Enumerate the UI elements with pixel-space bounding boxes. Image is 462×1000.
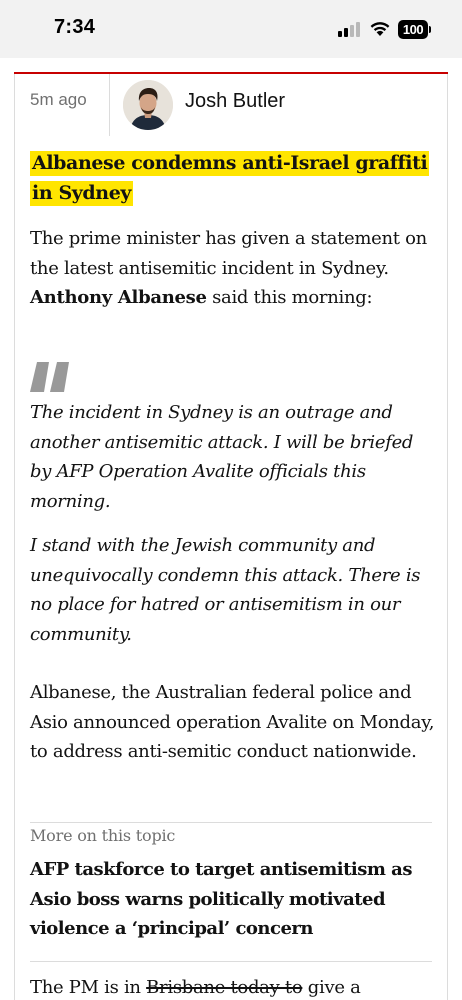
closing-text-end: give a bbox=[302, 977, 361, 998]
author-name[interactable]: Josh Butler bbox=[185, 90, 285, 113]
post-headline: Albanese condemns anti-Israel graffiti i… bbox=[30, 148, 435, 208]
meta-divider bbox=[109, 74, 110, 136]
quote-icon bbox=[30, 362, 69, 392]
status-time: 7:34 bbox=[54, 16, 96, 38]
battery-level: 100 bbox=[402, 22, 424, 37]
intro-text-end: said this morning: bbox=[206, 287, 373, 308]
post-timestamp[interactable]: 5m ago bbox=[30, 90, 87, 110]
closing-struck-text: Brisbane today to bbox=[146, 977, 303, 998]
body-paragraph: Albanese, the Australian federal police … bbox=[30, 682, 435, 762]
quote-paragraph-2: I stand with the Jewish community and un… bbox=[30, 535, 421, 645]
closing-text-start: The PM is in bbox=[30, 977, 147, 998]
intro-name: Anthony Albanese bbox=[30, 287, 207, 308]
topic-divider-bottom bbox=[30, 961, 432, 962]
more-on-topic-link[interactable]: AFP taskforce to target antisemitism as … bbox=[30, 855, 435, 944]
topic-divider bbox=[30, 822, 432, 823]
headline-text: Albanese condemns anti-Israel graffiti i… bbox=[30, 151, 430, 206]
quote-paragraph-1: The incident in Sydney is an outrage and… bbox=[30, 402, 414, 512]
author-avatar bbox=[123, 80, 173, 130]
status-bar: 7:34 100 bbox=[0, 0, 462, 58]
wifi-icon bbox=[370, 22, 390, 36]
intro-paragraph: The prime minister has given a statement… bbox=[30, 224, 435, 313]
closing-paragraph: The PM is in Brisbane today to give a bbox=[30, 973, 435, 1000]
signal-icon bbox=[338, 21, 362, 37]
more-on-topic-label: More on this topic bbox=[30, 826, 176, 845]
battery-icon: 100 bbox=[398, 20, 431, 39]
post-accent-rule bbox=[14, 72, 448, 74]
intro-text-start: The prime minister has given a statement… bbox=[30, 228, 427, 279]
